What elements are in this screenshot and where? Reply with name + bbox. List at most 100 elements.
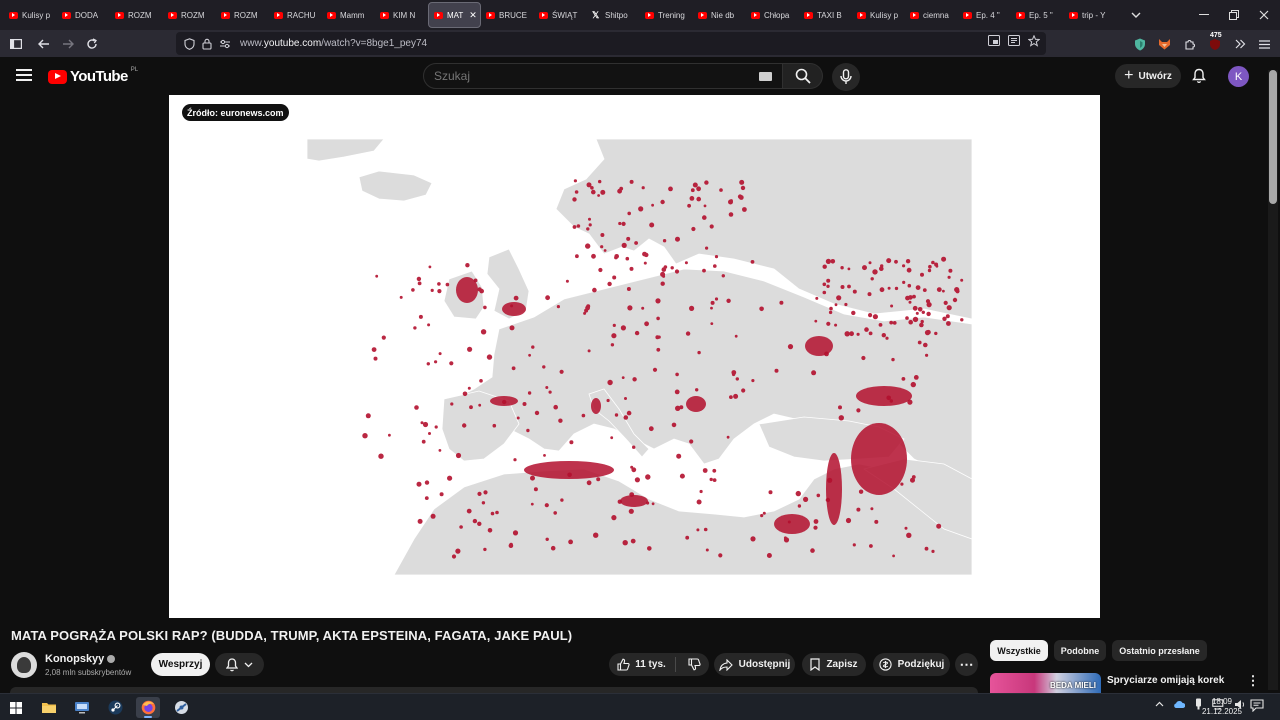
chip-all[interactable]: Wszystkie [990,640,1048,661]
search-box[interactable] [423,63,783,89]
browser-tab-strip: Kulisy p DODA ROZM ROZM ROZM RACHU Mamm KIM N MA… [0,0,1280,30]
incident-dot [829,306,833,311]
reload-button[interactable] [80,32,104,56]
browser-tab[interactable]: Chłopa [746,2,799,28]
notification-center-button[interactable] [1250,699,1266,715]
incident-dot [922,288,927,292]
incident-dot [511,366,516,371]
browser-tab[interactable]: DODA [57,2,110,28]
reader-view-icon[interactable] [1008,35,1020,46]
browser-tab[interactable]: Kulisy p [4,2,57,28]
sidebar-toggle-button[interactable] [4,32,28,56]
taskbar-app-gear[interactable] [169,697,193,718]
account-avatar[interactable]: K [1228,66,1249,87]
browser-tab[interactable]: MAT ✕ [428,2,481,28]
channel-name-text[interactable]: Konopskyy [45,653,104,665]
browser-tab[interactable]: ROZM [163,2,216,28]
chip-related[interactable]: Podobne [1054,640,1106,661]
share-button[interactable]: Udostępnij [714,653,795,676]
permissions-icon[interactable] [219,39,231,49]
incident-dot [655,298,661,304]
page-scrollbar[interactable] [1268,70,1278,690]
browser-tab[interactable]: ROZM [110,2,163,28]
browser-tab[interactable]: Nie db [693,2,746,28]
browser-tab[interactable]: Kulisy p [852,2,905,28]
scrollbar-thumb[interactable] [1269,70,1277,204]
back-arrow-icon [38,39,49,48]
taskbar-app-monitor[interactable] [70,697,94,718]
create-button[interactable]: + Utwórz [1115,64,1181,88]
forward-button[interactable] [56,32,80,56]
close-tab-icon[interactable]: ✕ [469,10,477,21]
save-button[interactable]: Zapisz [802,653,866,676]
browser-tab[interactable]: trip - Y [1064,2,1117,28]
browser-tab[interactable]: ciemna [905,2,958,28]
incident-dot [399,295,403,299]
guide-menu-button[interactable] [14,66,34,86]
browser-tab[interactable]: Trening [640,2,693,28]
address-bar[interactable]: www.youtube.com/watch?v=8bge1_pey74 [176,32,1046,55]
browser-tab[interactable]: 𝕏 Shitpo [587,2,640,28]
browser-tab[interactable]: BRUCE [481,2,534,28]
extension-shield-button[interactable] [1128,32,1152,56]
incident-dot [629,266,634,271]
incident-dot [668,186,673,192]
minimize-button[interactable] [1188,0,1220,30]
list-all-tabs-button[interactable] [1125,4,1147,26]
incident-dot [838,415,844,421]
keyboard-icon[interactable] [759,72,772,81]
browser-tab[interactable]: ŚWIĄT [534,2,587,28]
video-player[interactable]: Źródło: euronews.com [169,95,1100,618]
chip-recently-uploaded[interactable]: Ostatnio przesłane [1112,640,1207,661]
browser-tab[interactable]: ROZM [216,2,269,28]
recommendation-title[interactable]: Spryciarze omijają korek [1107,675,1224,686]
incident-dot [910,477,915,483]
support-button[interactable]: Wesprzyj [151,653,210,676]
browser-tab[interactable]: Mamm [322,2,375,28]
incident-dot [437,289,442,294]
browser-tab[interactable]: KIM N [375,2,428,28]
chevron-up-icon[interactable] [1155,701,1164,707]
browser-tab[interactable]: Ep. 4 " [958,2,1011,28]
restore-button[interactable] [1218,0,1250,30]
incident-dot [926,302,932,308]
more-actions-button[interactable]: ⋯ [955,653,978,676]
incident-dot [481,501,486,505]
like-button[interactable]: 11 tys. [617,657,676,672]
taskbar-file-explorer[interactable] [37,697,61,718]
more-tools-button[interactable] [1228,32,1252,56]
tracking-protection-shield-icon[interactable] [184,37,195,50]
close-window-button[interactable] [1248,0,1280,30]
channel-avatar[interactable] [11,652,37,678]
dislike-button[interactable] [682,658,701,671]
thanks-button[interactable]: Podziękuj [873,653,950,676]
browser-tab[interactable]: RACHU [269,2,322,28]
back-button[interactable] [32,32,56,56]
notifications-button[interactable] [1189,66,1209,86]
incident-dot [586,480,592,486]
lock-icon[interactable] [202,38,212,50]
extension-fox-button[interactable] [1152,32,1176,56]
browser-tab[interactable]: TAXI B [799,2,852,28]
ublock-extension-button[interactable]: 475 [1203,32,1227,56]
recommendation-thumbnail[interactable]: BEDA MIELI [990,673,1101,695]
taskbar-clock[interactable]: 18:09 21.12.2025 [1198,697,1246,717]
notification-settings-button[interactable] [215,653,264,676]
incident-dot [768,490,773,495]
channel-name[interactable]: Konopskyy [45,653,116,665]
app-menu-button[interactable] [1252,32,1276,56]
url-text[interactable]: www.youtube.com/watch?v=8bge1_pey74 [240,38,427,49]
start-button[interactable] [4,697,28,718]
cloud-icon[interactable] [1173,699,1185,709]
voice-search-button[interactable] [832,63,860,91]
bookmark-star-icon[interactable] [1028,35,1040,47]
search-input[interactable] [434,69,734,83]
picture-in-picture-icon[interactable] [988,35,1000,46]
extensions-button[interactable] [1178,32,1202,56]
recommendation-menu-button[interactable]: ⋮ [1246,673,1260,689]
taskbar-steam[interactable] [103,697,127,718]
search-button[interactable] [783,63,823,89]
youtube-logo[interactable]: YouTube PL [48,67,138,85]
taskbar-firefox[interactable] [136,697,160,718]
browser-tab[interactable]: Ep. 5 " [1011,2,1064,28]
